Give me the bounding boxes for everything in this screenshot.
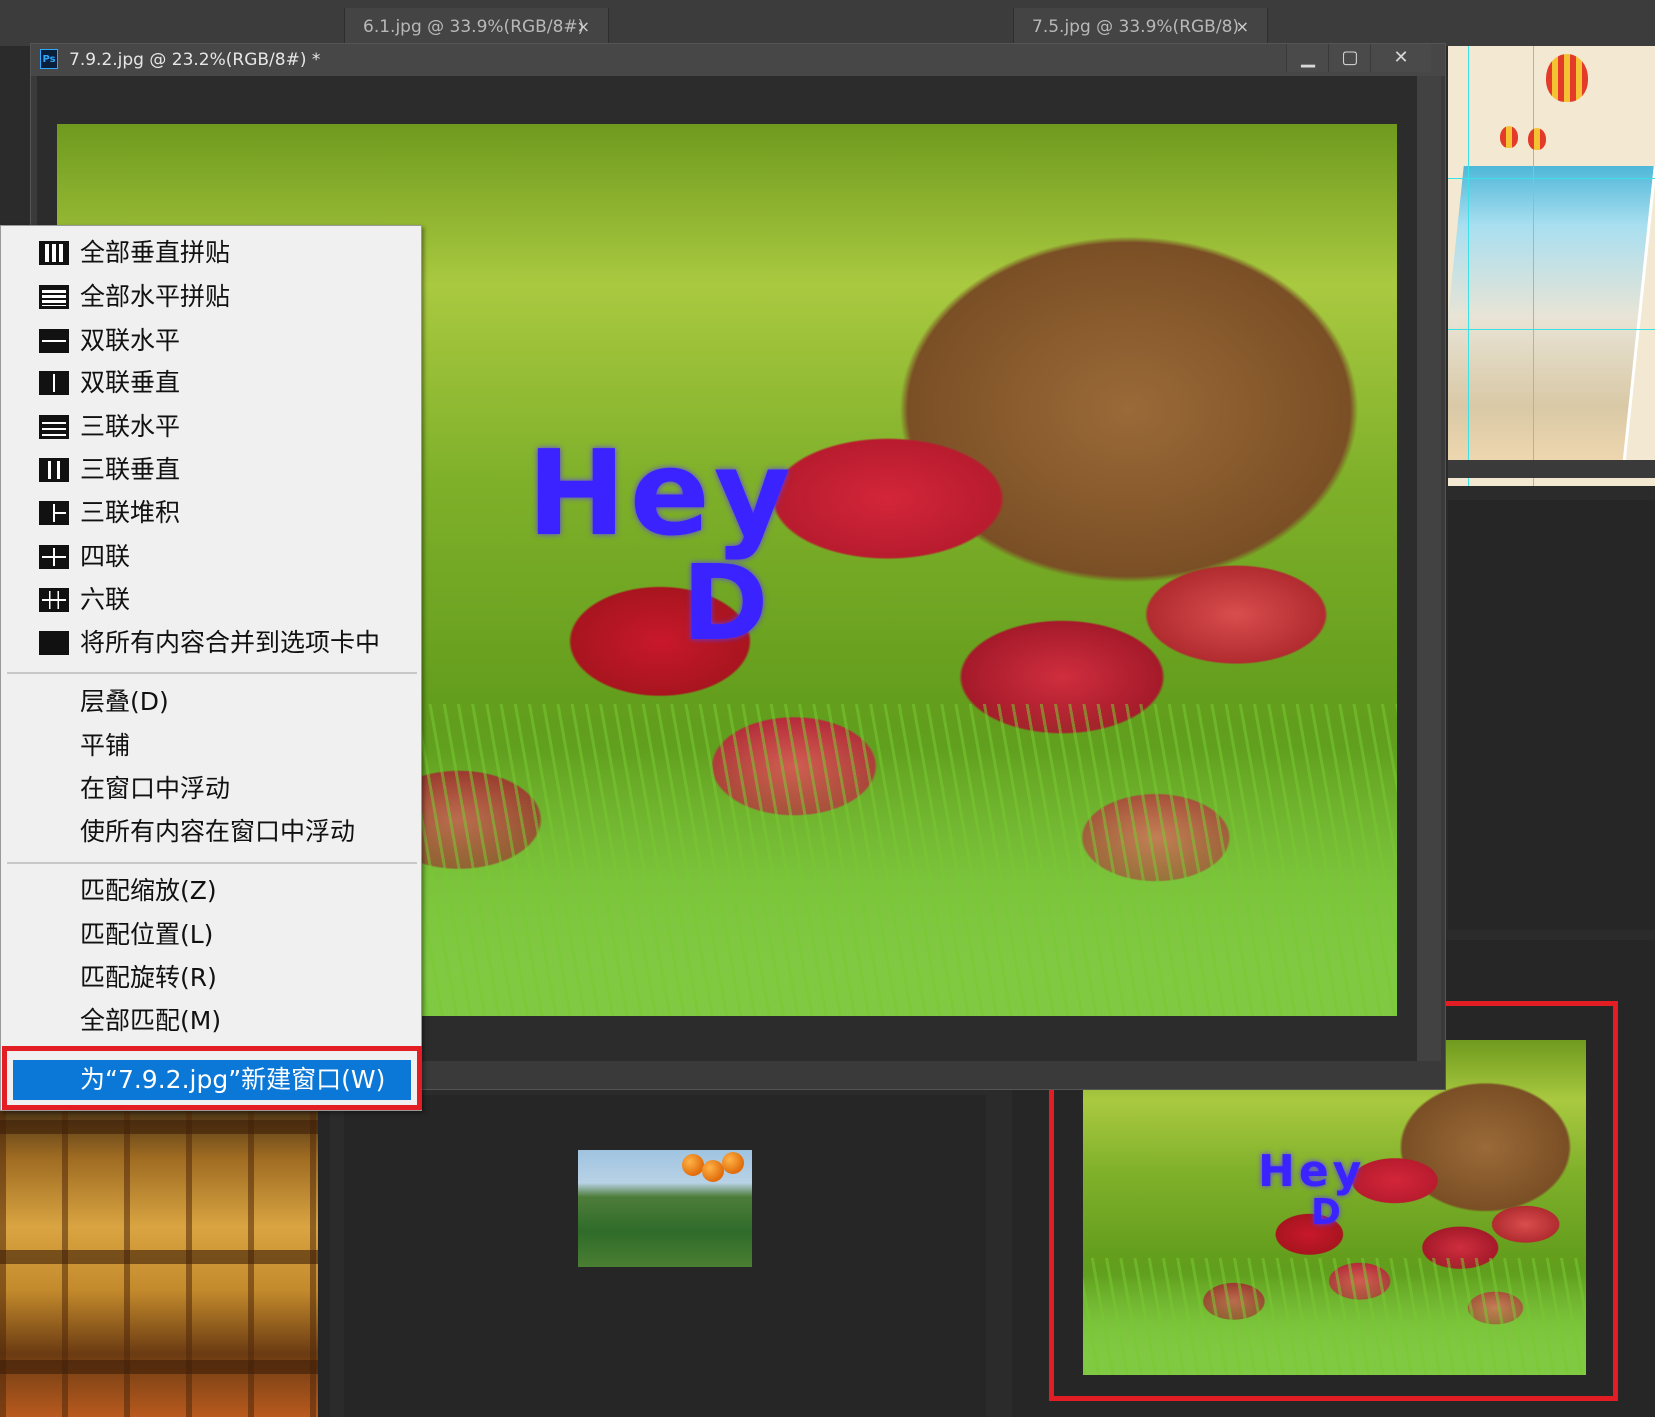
consolidate-tabs-icon [39,631,69,655]
guide-line [1533,46,1534,486]
minimize-icon[interactable]: ▁ [1286,44,1329,72]
menu-item-float-in-window[interactable]: 在窗口中浮动 [1,769,421,809]
menu-item-match-all[interactable]: 全部匹配(M) [1,1001,421,1041]
menu-item-label: 三联垂直 [80,455,181,484]
menu-item-cascade[interactable]: 层叠(D) [1,682,421,722]
menu-item-2-up-horizontal[interactable]: 双联水平 [1,321,421,361]
tab-title: 6.1.jpg @ 33.9%(RGB/8#) [363,17,585,37]
menu-item-label: 全部匹配(M) [80,1006,222,1035]
tab-title: 7.5.jpg @ 33.9%(RGB/8) [1032,17,1240,37]
2-up-vertical-icon [39,371,69,395]
horizontal-scrollbar[interactable] [1448,460,1655,478]
close-icon[interactable]: ✕ [1370,44,1431,72]
4-up-icon [39,545,69,569]
tile-all-horizontal-icon [39,285,69,309]
arrange-context-menu: 全部垂直拼贴 全部水平拼贴 双联水平 双联垂直 三联水平 三联垂直 三联堆积 四… [0,225,422,1111]
menu-item-tile-all-vertical[interactable]: 全部垂直拼贴 [1,233,421,273]
menu-item-label: 匹配位置(L) [80,920,214,949]
menu-item-3-up-stacked[interactable]: 三联堆积 [1,493,421,533]
document-title: 7.9.2.jpg @ 23.2%(RGB/8#) * [69,50,321,70]
menu-item-label: 平铺 [80,731,131,760]
menu-item-label: 三联水平 [80,412,181,441]
menu-item-consolidate-tabs[interactable]: 将所有内容合并到选项卡中 [1,623,421,663]
beach-document-canvas [1448,46,1655,486]
menu-item-label: 全部垂直拼贴 [80,238,231,267]
6-up-icon [39,588,69,612]
vertical-scrollbar[interactable] [1417,76,1441,1061]
menu-item-label: 六联 [80,585,131,614]
guide-line [1468,46,1469,486]
menu-item-label: 匹配旋转(R) [80,963,217,992]
orange-hills-image [578,1150,752,1267]
menu-item-6-up[interactable]: 六联 [1,580,421,620]
menu-item-label: 双联垂直 [80,368,181,397]
tab-7-5-jpg[interactable]: 7.5.jpg @ 33.9%(RGB/8) × [1013,8,1268,46]
balloon-icon [1500,126,1518,148]
menu-item-match-zoom[interactable]: 匹配缩放(Z) [1,871,421,911]
maximize-icon[interactable]: ▢ [1328,44,1371,72]
annotation-highlight-box [2,1046,422,1110]
menu-item-3-up-vertical[interactable]: 三联垂直 [1,450,421,490]
tile-all-vertical-icon [39,241,69,265]
menu-item-label: 全部水平拼贴 [80,282,231,311]
menu-item-label: 在窗口中浮动 [80,774,231,803]
menu-item-tile[interactable]: 平铺 [1,726,421,766]
3-up-horizontal-icon [39,415,69,439]
right-pane-background [1448,500,1655,930]
menu-item-label: 双联水平 [80,326,181,355]
menu-separator [7,672,417,674]
close-icon[interactable]: × [1236,8,1249,46]
menu-item-match-rotation[interactable]: 匹配旋转(R) [1,958,421,998]
menu-item-4-up[interactable]: 四联 [1,537,421,577]
menu-item-2-up-vertical[interactable]: 双联垂直 [1,363,421,403]
menu-item-tile-all-horizontal[interactable]: 全部水平拼贴 [1,277,421,317]
menu-item-label: 将所有内容合并到选项卡中 [80,628,381,657]
guide-line [1448,329,1655,330]
3-up-vertical-icon [39,458,69,482]
tab-6-1-jpg[interactable]: 6.1.jpg @ 33.9%(RGB/8#) × [344,8,609,46]
document-titlebar[interactable]: Ps 7.9.2.jpg @ 23.2%(RGB/8#) * ▁ ▢ ✕ [31,44,1445,76]
3-up-stacked-icon [39,501,69,525]
balloon-icon [1528,128,1546,150]
beach-image [1448,166,1655,466]
photoshop-icon: Ps [40,49,58,69]
prayer-wheels-image [0,1100,318,1417]
canvas-text-d: D [682,542,773,664]
menu-item-match-location[interactable]: 匹配位置(L) [1,915,421,955]
guide-line [1448,178,1655,179]
balloon-icon [1546,54,1588,102]
menu-item-label: 层叠(D) [80,687,169,716]
close-icon[interactable]: × [577,8,590,46]
menu-item-label: 三联堆积 [80,498,181,527]
menu-separator [7,862,417,864]
menu-item-float-all-in-windows[interactable]: 使所有内容在窗口中浮动 [1,812,421,852]
document-tab-bar [0,0,1655,47]
menu-item-label: 匹配缩放(Z) [80,876,217,905]
2-up-horizontal-icon [39,329,69,353]
menu-item-3-up-horizontal[interactable]: 三联水平 [1,407,421,447]
menu-item-label: 使所有内容在窗口中浮动 [80,817,356,846]
menu-item-label: 四联 [80,542,131,571]
